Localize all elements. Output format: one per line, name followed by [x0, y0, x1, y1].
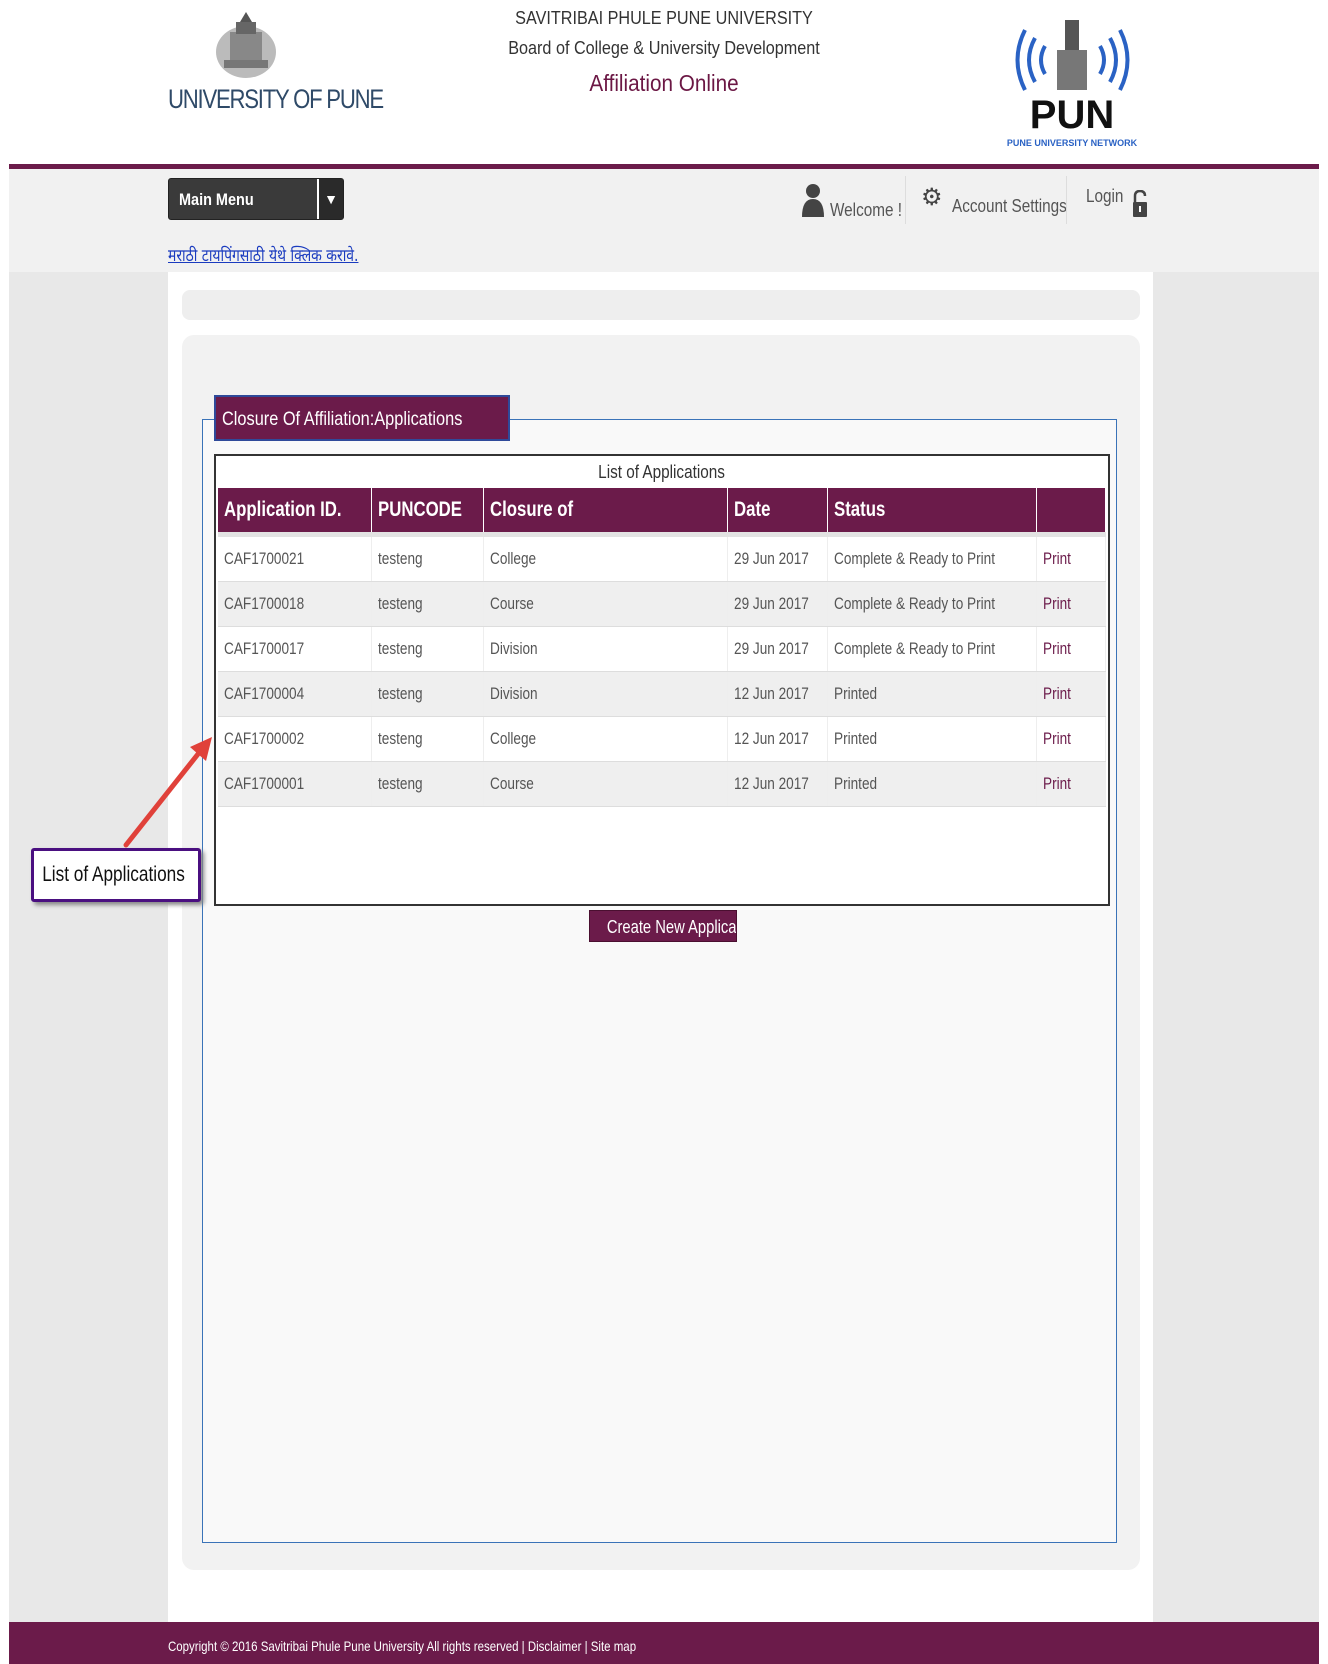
cell-closure-of: College — [483, 534, 728, 582]
breadcrumb-bar — [182, 290, 1140, 320]
print-link[interactable]: Print — [1036, 716, 1107, 762]
cell-closure-of: Course — [483, 581, 728, 627]
cell-date: 29 Jun 2017 — [727, 581, 829, 627]
print-link[interactable]: Print — [1036, 671, 1107, 717]
print-link[interactable]: Print — [1036, 626, 1107, 672]
main-menu-label: Main Menu — [179, 190, 254, 209]
annotation-arrow — [123, 737, 212, 848]
table-row: CAF1700002 testeng College 12 Jun 2017 P… — [218, 716, 1107, 762]
annotation-callout: List of Applications — [31, 848, 201, 902]
left-gutter — [9, 272, 168, 1622]
cell-puncode: testeng — [371, 761, 485, 807]
print-link[interactable]: Print — [1036, 534, 1107, 582]
table-row: CAF1700004 testeng Division 12 Jun 2017 … — [218, 671, 1107, 717]
cell-status: Complete & Ready to Print — [827, 626, 1037, 672]
column-header-application-id: Application ID. — [218, 488, 372, 537]
cell-date: 12 Jun 2017 — [727, 761, 829, 807]
pun-network-logo: PUN PUNE UNIVERSITY NETWORK — [1007, 20, 1138, 148]
footer-copyright: Copyright © 2016 Savitribai Phule Pune U… — [168, 1638, 637, 1654]
table-row: CAF1700001 testeng Course 12 Jun 2017 Pr… — [218, 761, 1107, 807]
cell-closure-of: Course — [483, 761, 728, 807]
column-header-date: Date — [727, 488, 829, 537]
chevron-down-icon[interactable]: ▼ — [317, 179, 343, 219]
cell-puncode: testeng — [371, 716, 485, 762]
cell-date: 12 Jun 2017 — [727, 716, 829, 762]
column-header-closure-of: Closure of — [483, 488, 728, 537]
cell-status: Printed — [827, 671, 1037, 717]
column-header-action — [1036, 488, 1107, 537]
applications-table: Application ID. PUNCODE Closure of Date … — [218, 488, 1107, 807]
table-row: CAF1700017 testeng Division 29 Jun 2017 … — [218, 626, 1107, 672]
cell-status: Printed — [827, 761, 1037, 807]
cell-application-id: CAF1700004 — [218, 671, 372, 717]
cell-puncode: testeng — [371, 534, 485, 582]
cell-application-id: CAF1700002 — [218, 716, 372, 762]
pun-logo-caption: PUNE UNIVERSITY NETWORK — [1007, 138, 1138, 148]
welcome-label: Welcome ! — [830, 200, 902, 220]
cell-date: 29 Jun 2017 — [727, 626, 829, 672]
nav-divider — [905, 176, 906, 224]
column-header-puncode: PUNCODE — [371, 488, 485, 537]
cell-status: Complete & Ready to Print — [827, 534, 1037, 582]
table-caption: List of Applications — [598, 462, 726, 482]
cell-puncode: testeng — [371, 671, 485, 717]
user-icon — [802, 184, 824, 217]
cell-application-id: CAF1700021 — [218, 534, 372, 582]
table-row: CAF1700018 testeng Course 29 Jun 2017 Co… — [218, 581, 1107, 627]
cell-status: Complete & Ready to Print — [827, 581, 1037, 627]
print-link[interactable]: Print — [1036, 761, 1107, 807]
cell-status: Printed — [827, 716, 1037, 762]
column-header-status: Status — [827, 488, 1037, 537]
table-row: CAF1700021 testeng College 29 Jun 2017 C… — [218, 534, 1107, 582]
section-legend: Closure Of Affiliation:Applications — [214, 395, 510, 441]
main-menu-dropdown[interactable]: Main Menu ▼ — [168, 178, 344, 220]
cell-closure-of: Division — [483, 671, 728, 717]
cell-application-id: CAF1700001 — [218, 761, 372, 807]
pun-logo-text: PUN — [1030, 93, 1114, 137]
print-link[interactable]: Print — [1036, 581, 1107, 627]
right-gutter — [1153, 272, 1319, 1622]
marathi-typing-link[interactable]: मराठी टायपिंगसाठी येथे क्लिक करावे. — [168, 243, 358, 266]
cell-application-id: CAF1700017 — [218, 626, 372, 672]
cell-closure-of: Division — [483, 626, 728, 672]
login-link[interactable]: Login — [1086, 186, 1123, 207]
cell-application-id: CAF1700018 — [218, 581, 372, 627]
table-header-row: Application ID. PUNCODE Closure of Date … — [218, 488, 1107, 537]
cell-date: 29 Jun 2017 — [727, 534, 829, 582]
gear-icon[interactable]: ⚙ — [921, 186, 943, 210]
cell-puncode: testeng — [371, 581, 485, 627]
cell-puncode: testeng — [371, 626, 485, 672]
nav-divider — [1066, 176, 1067, 224]
create-new-application-button[interactable]: Create New Application — [589, 910, 737, 942]
cell-closure-of: College — [483, 716, 728, 762]
cell-date: 12 Jun 2017 — [727, 671, 829, 717]
lock-icon[interactable] — [1132, 190, 1148, 218]
account-settings-link[interactable]: Account Settings — [952, 196, 1067, 217]
